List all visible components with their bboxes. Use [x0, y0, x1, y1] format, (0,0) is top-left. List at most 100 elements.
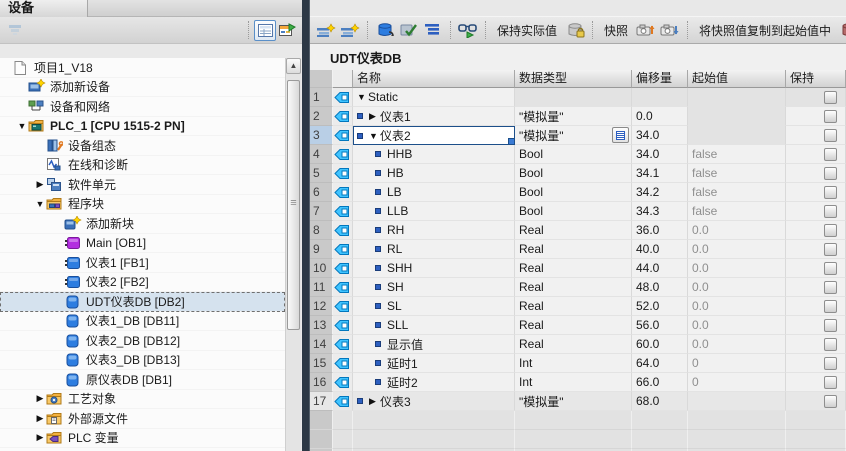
- startvalue-cell[interactable]: false: [688, 164, 786, 183]
- chevron-right-icon[interactable]: ▶: [34, 179, 46, 190]
- chevron-right-icon[interactable]: ▶: [369, 396, 380, 407]
- tree-item-程序块[interactable]: ▼程序块: [0, 195, 285, 215]
- retain-checkbox[interactable]: [824, 129, 837, 142]
- scrollbar-thumb[interactable]: [287, 80, 300, 330]
- expand-members-icon[interactable]: [421, 20, 445, 41]
- startvalue-cell[interactable]: [688, 392, 786, 411]
- row-number[interactable]: 9: [310, 240, 333, 259]
- tree-item-仪表1-[FB1][interactable]: 仪表1 [FB1]: [0, 253, 285, 273]
- name-cell[interactable]: SH: [353, 278, 515, 297]
- add-row-icon[interactable]: [338, 20, 362, 41]
- tree-item-项目1_V18[interactable]: 项目1_V18: [0, 58, 285, 78]
- retain-checkbox[interactable]: [824, 224, 837, 237]
- tree-item-外部源文件[interactable]: ▶外部源文件: [0, 409, 285, 429]
- startvalue-cell[interactable]: false: [688, 202, 786, 221]
- name-cell[interactable]: RL: [353, 240, 515, 259]
- tree-item-仪表1_DB-[DB11][interactable]: 仪表1_DB [DB11]: [0, 312, 285, 332]
- monitor-all-icon[interactable]: [456, 20, 480, 41]
- retain-checkbox[interactable]: [824, 262, 837, 275]
- empty-table-row[interactable]: [310, 411, 846, 430]
- datatype-cell[interactable]: Real: [515, 240, 632, 259]
- row-number[interactable]: 2: [310, 107, 333, 126]
- compile-check-icon[interactable]: [397, 20, 421, 41]
- startvalue-cell[interactable]: 0: [688, 373, 786, 392]
- row-number[interactable]: 5: [310, 164, 333, 183]
- datatype-cell[interactable]: Bool: [515, 183, 632, 202]
- startvalue-cell[interactable]: [688, 107, 786, 126]
- header-offset[interactable]: 偏移量: [632, 70, 688, 88]
- name-cell[interactable]: RH: [353, 221, 515, 240]
- tree-item-设备和网络[interactable]: 设备和网络: [0, 97, 285, 117]
- datatype-cell[interactable]: "模拟量": [515, 392, 632, 411]
- insert-row-icon[interactable]: [314, 20, 338, 41]
- row-number[interactable]: 6: [310, 183, 333, 202]
- startvalue-cell[interactable]: false: [688, 183, 786, 202]
- startvalue-cell[interactable]: false: [688, 145, 786, 164]
- chevron-right-icon[interactable]: ▶: [34, 393, 46, 404]
- datatype-cell[interactable]: Real: [515, 335, 632, 354]
- header-retain[interactable]: 保持: [786, 70, 846, 88]
- retain-checkbox[interactable]: [824, 243, 837, 256]
- datatype-cell[interactable]: Real: [515, 278, 632, 297]
- row-number[interactable]: 16: [310, 373, 333, 392]
- retain-checkbox[interactable]: [824, 205, 837, 218]
- snapshot-upload-icon[interactable]: [634, 20, 658, 41]
- row-number[interactable]: 4: [310, 145, 333, 164]
- row-number[interactable]: 1: [310, 88, 333, 107]
- name-cell[interactable]: SHH: [353, 259, 515, 278]
- name-cell[interactable]: ▼Static: [353, 88, 515, 107]
- name-cell[interactable]: LB: [353, 183, 515, 202]
- scroll-up-icon[interactable]: ▲: [286, 58, 301, 74]
- retain-checkbox[interactable]: [824, 357, 837, 370]
- tree-item-工艺对象[interactable]: ▶工艺对象: [0, 390, 285, 410]
- row-number[interactable]: 13: [310, 316, 333, 335]
- tree-item-PLC-变量[interactable]: ▶PLC 变量: [0, 429, 285, 449]
- details-view-toggle-icon[interactable]: [254, 20, 276, 41]
- name-cell[interactable]: SL: [353, 297, 515, 316]
- startvalue-cell[interactable]: [688, 88, 786, 107]
- header-datatype[interactable]: 数据类型: [515, 70, 632, 88]
- datatype-cell[interactable]: Real: [515, 316, 632, 335]
- name-cell[interactable]: HB: [353, 164, 515, 183]
- header-startvalue[interactable]: 起始值: [688, 70, 786, 88]
- name-cell[interactable]: 延时1: [353, 354, 515, 373]
- empty-table-row[interactable]: [310, 430, 846, 449]
- startvalue-cell[interactable]: 0.0: [688, 297, 786, 316]
- datatype-cell[interactable]: Int: [515, 373, 632, 392]
- tree-item-原仪表DB-[DB1][interactable]: 原仪表DB [DB1]: [0, 370, 285, 390]
- row-number[interactable]: 17: [310, 392, 333, 411]
- tree-item-仪表2_DB-[DB12][interactable]: 仪表2_DB [DB12]: [0, 331, 285, 351]
- row-number[interactable]: 3: [310, 126, 333, 145]
- chevron-right-icon[interactable]: ▶: [34, 432, 46, 443]
- tree-item-设备组态[interactable]: 设备组态: [0, 136, 285, 156]
- retain-checkbox[interactable]: [824, 338, 837, 351]
- pane-splitter[interactable]: [302, 0, 310, 451]
- tree-item-UDT仪表DB-[DB2][interactable]: UDT仪表DB [DB2]: [0, 292, 285, 312]
- retain-checkbox[interactable]: [824, 167, 837, 180]
- row-number[interactable]: 11: [310, 278, 333, 297]
- tree-item-添加新块[interactable]: 添加新块: [0, 214, 285, 234]
- chevron-down-icon[interactable]: ▼: [369, 131, 380, 141]
- tree-item-仪表3_DB-[DB13][interactable]: 仪表3_DB [DB13]: [0, 351, 285, 371]
- tree-item-软件单元[interactable]: ▶软件单元: [0, 175, 285, 195]
- datatype-cell[interactable]: Real: [515, 297, 632, 316]
- datatype-cell[interactable]: Bool: [515, 145, 632, 164]
- retain-checkbox[interactable]: [824, 300, 837, 313]
- retain-checkbox[interactable]: [824, 91, 837, 104]
- name-cell[interactable]: ▶仪表1: [353, 107, 515, 126]
- tree-item-仪表2-[FB2][interactable]: 仪表2 [FB2]: [0, 273, 285, 293]
- tree-item-在线和诊断[interactable]: 在线和诊断: [0, 156, 285, 176]
- name-cell[interactable]: LLB: [353, 202, 515, 221]
- keep-actual-values-button[interactable]: 保持实际值: [491, 22, 563, 39]
- row-number[interactable]: 8: [310, 221, 333, 240]
- open-editor-icon[interactable]: [276, 20, 298, 41]
- chevron-right-icon[interactable]: ▶: [34, 413, 46, 424]
- startvalue-cell[interactable]: 0.0: [688, 221, 786, 240]
- retain-checkbox[interactable]: [824, 319, 837, 332]
- snapshot-button[interactable]: 快照: [598, 22, 634, 39]
- row-number[interactable]: 12: [310, 297, 333, 316]
- startvalue-cell[interactable]: 0.0: [688, 278, 786, 297]
- tree-item-添加新设备[interactable]: 添加新设备: [0, 78, 285, 98]
- retain-checkbox[interactable]: [824, 395, 837, 408]
- startvalue-cell[interactable]: 0.0: [688, 259, 786, 278]
